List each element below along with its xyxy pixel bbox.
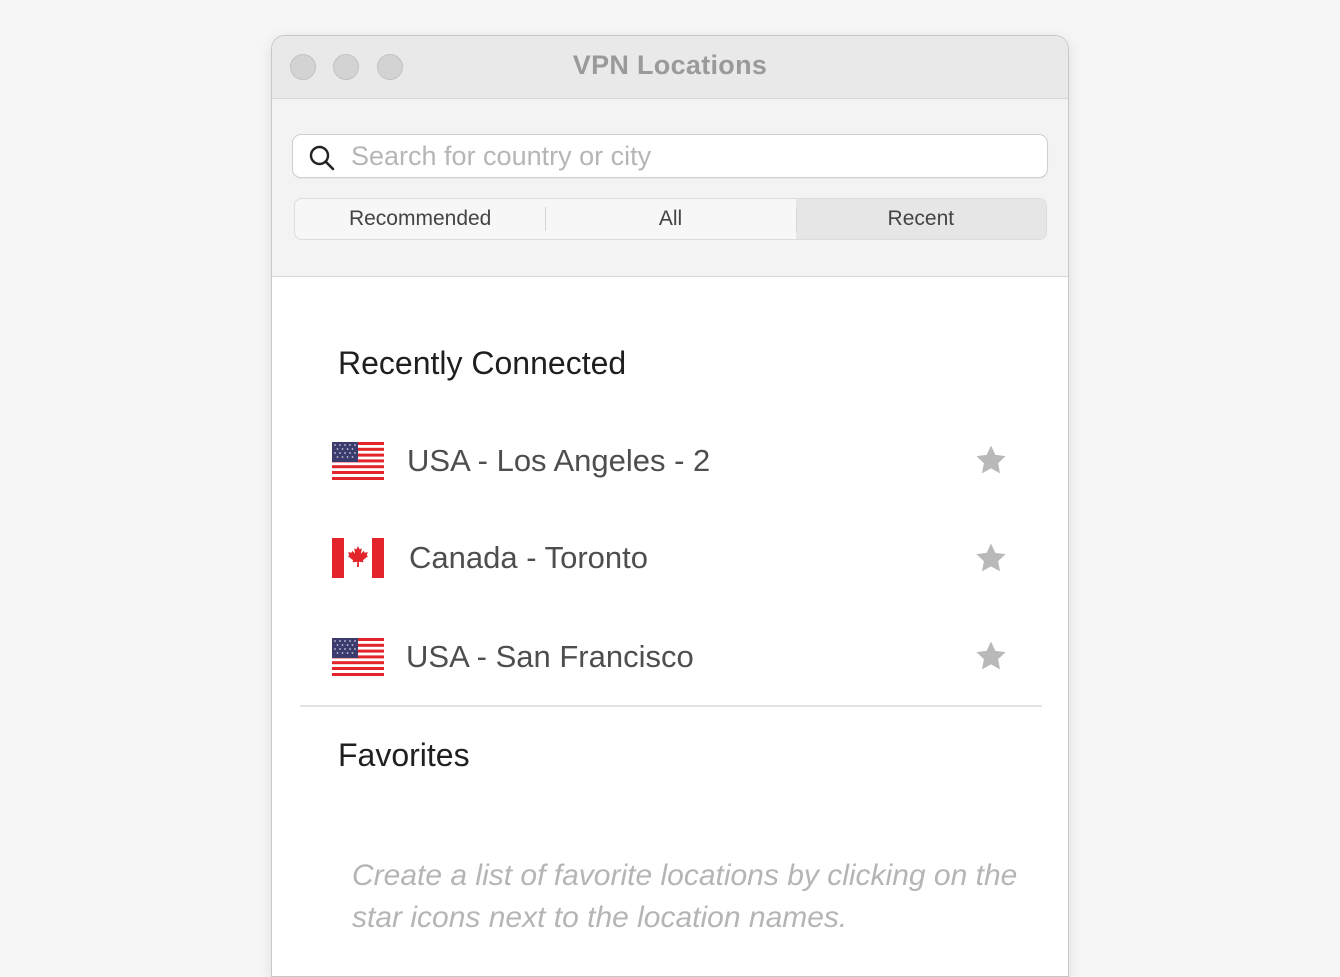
- search-input[interactable]: [351, 139, 1031, 173]
- tab-recent[interactable]: Recent: [795, 199, 1046, 239]
- favorites-heading: Favorites: [338, 737, 470, 773]
- search-box[interactable]: [292, 134, 1048, 178]
- section-divider: [300, 705, 1042, 707]
- canada-flag-icon: [332, 538, 384, 578]
- location-row-usa-los-angeles-2[interactable]: USA - Los Angeles - 2: [272, 421, 1068, 501]
- us-flag-icon: [332, 442, 384, 480]
- location-toolbar: Recommended All Recent: [272, 99, 1068, 277]
- location-name: Canada - Toronto: [409, 540, 648, 575]
- vpn-locations-window: VPN Locations Recommended All Recent Rec…: [271, 35, 1069, 977]
- us-flag-icon: [332, 638, 384, 676]
- star-icon[interactable]: [974, 443, 1008, 477]
- recently-connected-heading: Recently Connected: [338, 345, 627, 381]
- star-icon[interactable]: [974, 639, 1008, 673]
- location-tabs: Recommended All Recent: [294, 198, 1047, 240]
- location-row-usa-san-francisco[interactable]: USA - San Francisco: [272, 617, 1068, 697]
- star-icon[interactable]: [974, 541, 1008, 575]
- location-name: USA - San Francisco: [406, 639, 694, 674]
- tab-all[interactable]: All: [545, 199, 795, 239]
- title-bar: VPN Locations: [272, 36, 1068, 99]
- favorites-empty-hint: Create a list of favorite locations by c…: [352, 859, 1018, 934]
- location-name: USA - Los Angeles - 2: [407, 443, 711, 478]
- tab-recommended[interactable]: Recommended: [295, 199, 545, 239]
- search-icon: [309, 145, 335, 171]
- location-row-canada-toronto[interactable]: Canada - Toronto: [272, 518, 1068, 598]
- window-title: VPN Locations: [572, 50, 768, 80]
